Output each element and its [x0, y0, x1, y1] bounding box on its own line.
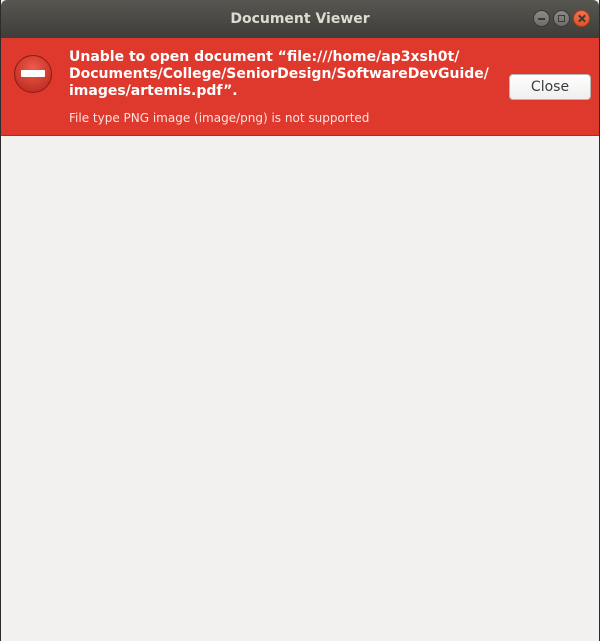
title-bar[interactable]: Document Viewer — [1, 0, 599, 38]
window-controls — [533, 10, 590, 27]
error-infobar: Unable to open document “file:///home/ap… — [1, 38, 599, 136]
minimize-button[interactable] — [533, 10, 550, 27]
error-icon — [14, 55, 52, 93]
document-viewer-window: Document Viewer Unable to open document … — [0, 0, 600, 641]
document-content-area[interactable] — [1, 136, 599, 641]
error-secondary-message: File type PNG image (image/png) is not s… — [69, 111, 370, 125]
maximize-button[interactable] — [553, 10, 570, 27]
close-infobar-button[interactable]: Close — [509, 74, 591, 100]
window-title: Document Viewer — [230, 11, 370, 27]
close-window-button[interactable] — [573, 10, 590, 27]
error-primary-message: Unable to open document “file:///home/ap… — [69, 49, 489, 99]
